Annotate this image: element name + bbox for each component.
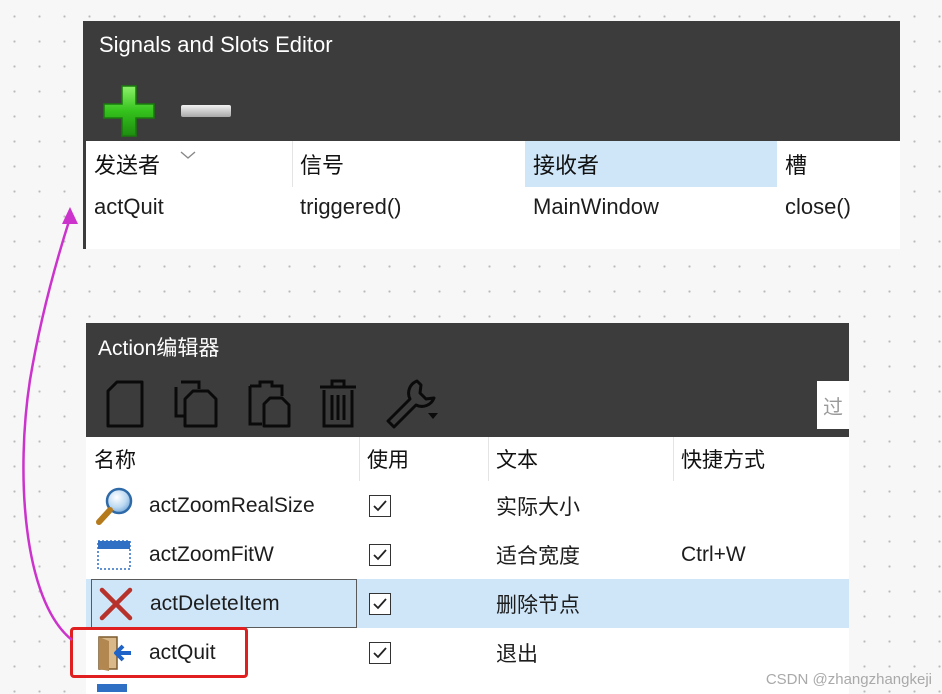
signals-panel-title: Signals and Slots Editor [86, 21, 900, 69]
cell-shortcut[interactable]: Ctrl+W [673, 530, 849, 579]
action-toolbar: 过 [86, 373, 849, 437]
action-name-label: actZoomRealSize [149, 493, 315, 517]
cell-used [359, 530, 488, 579]
header-receiver[interactable]: 接收者 [525, 141, 777, 187]
action-table-header: 名称 使用 文本 快捷方式 [86, 437, 849, 481]
paste-icon[interactable] [246, 378, 292, 435]
cell-slot[interactable]: close() [777, 187, 903, 227]
table-row[interactable]: actZoomFitW 适合宽度 Ctrl+W [86, 530, 849, 579]
signals-toolbar [86, 69, 900, 141]
cell-action-name[interactable]: actZoomFitW [86, 530, 359, 579]
header-sender[interactable]: 发送者 [86, 141, 292, 187]
cell-action-name[interactable]: actDeleteItem [91, 579, 357, 628]
magnifier-icon [95, 486, 135, 526]
cell-text[interactable]: 退出 [488, 628, 673, 677]
next-row-icon [95, 678, 131, 694]
new-action-icon[interactable] [105, 379, 145, 434]
action-name-label: actDeleteItem [150, 591, 280, 615]
filter-placeholder: 过 [823, 396, 843, 419]
sort-indicator-icon [180, 141, 196, 167]
action-name-label: actZoomFitW [149, 542, 274, 566]
header-used[interactable]: 使用 [359, 437, 488, 481]
used-checkbox[interactable] [369, 592, 391, 615]
cell-action-name[interactable]: actZoomRealSize [86, 481, 359, 530]
cell-used [359, 481, 488, 530]
cell-text[interactable]: 删除节点 [488, 579, 673, 628]
header-text[interactable]: 文本 [488, 437, 673, 481]
cell-used [359, 579, 488, 628]
trash-icon[interactable] [318, 378, 358, 435]
cell-receiver[interactable]: MainWindow [525, 187, 777, 227]
cell-shortcut[interactable] [673, 628, 849, 677]
watermark: CSDN @zhangzhangkeji [765, 671, 932, 688]
signals-slots-editor: Signals and Slots Editor 发送者 信号 接收者 槽 ac… [83, 21, 900, 249]
highlight-box [70, 627, 248, 678]
header-slot[interactable]: 槽 [777, 141, 903, 187]
copy-icon[interactable] [173, 379, 219, 434]
table-row[interactable]: actQuit triggered() MainWindow close() [86, 187, 900, 227]
header-name[interactable]: 名称 [86, 437, 359, 481]
delete-x-icon [96, 584, 136, 624]
table-row-selected[interactable]: actDeleteItem 删除节点 [86, 579, 849, 628]
header-sender-label: 发送者 [94, 153, 161, 178]
plus-icon[interactable] [102, 84, 158, 140]
used-checkbox[interactable] [369, 543, 391, 566]
used-checkbox[interactable] [369, 641, 391, 664]
cell-text[interactable]: 适合宽度 [488, 530, 673, 579]
minus-icon[interactable] [180, 103, 232, 119]
cell-shortcut[interactable] [673, 481, 849, 530]
filter-input[interactable]: 过 [817, 381, 849, 429]
used-checkbox[interactable] [369, 494, 391, 517]
cell-text[interactable]: 实际大小 [488, 481, 673, 530]
action-panel-title: Action编辑器 [86, 323, 849, 373]
cell-shortcut[interactable] [673, 579, 849, 628]
header-shortcut[interactable]: 快捷方式 [673, 437, 849, 481]
header-signal[interactable]: 信号 [292, 141, 525, 187]
fit-width-icon [95, 535, 135, 575]
cell-sender[interactable]: actQuit [86, 187, 292, 227]
cell-used [359, 628, 488, 677]
cell-signal[interactable]: triggered() [292, 187, 525, 227]
signals-table-header: 发送者 信号 接收者 槽 [86, 141, 900, 187]
table-row[interactable]: actZoomRealSize 实际大小 [86, 481, 849, 530]
wrench-icon[interactable] [384, 377, 444, 436]
